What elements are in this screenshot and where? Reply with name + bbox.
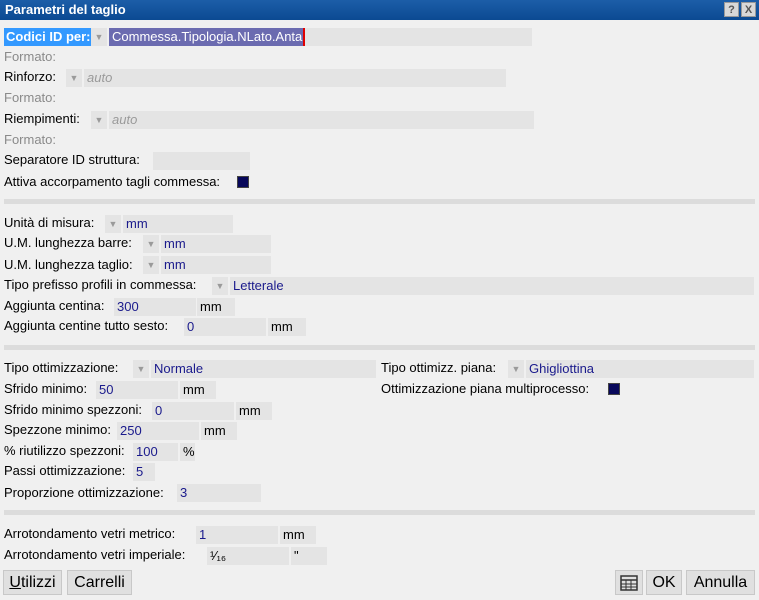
um-barre-label: U.M. lunghezza barre: xyxy=(4,235,132,250)
sfrido-spezzoni-unit: mm xyxy=(236,402,272,420)
vetri-metrico-unit: mm xyxy=(280,526,316,544)
accorpamento-label: Attiva accorpamento tagli commessa: xyxy=(4,174,221,189)
um-barre-dropdown[interactable]: ▼ xyxy=(143,235,159,253)
tipo-ottimizzazione-dropdown[interactable]: ▼ xyxy=(133,360,149,378)
riutilizzo-label: % riutilizzo spezzoni: xyxy=(4,443,125,458)
riempimenti-dropdown[interactable]: ▼ xyxy=(91,111,107,129)
close-button[interactable]: X xyxy=(741,2,756,17)
centina-unit: mm xyxy=(197,298,235,316)
proporzione-field[interactable]: 3 xyxy=(177,484,261,502)
carrelli-button[interactable]: Carrelli xyxy=(67,570,132,595)
codici-id-field[interactable]: Commessa.Tipologia.NLato.Anta xyxy=(109,28,305,46)
table-button[interactable] xyxy=(615,570,643,595)
vetri-metrico-label: Arrotondamento vetri metrico: xyxy=(4,526,176,541)
unita-label: Unità di misura: xyxy=(4,215,95,230)
sfrido-spezzoni-label: Sfrido minimo spezzoni: xyxy=(4,402,142,417)
codici-id-dropdown[interactable]: ▼ xyxy=(91,28,107,46)
centine-ts-field[interactable]: 0 xyxy=(184,318,266,336)
separator-1 xyxy=(4,199,755,204)
help-button[interactable]: ? xyxy=(724,2,739,17)
annulla-button[interactable]: Annulla xyxy=(686,570,755,595)
multiprocesso-checkbox[interactable] xyxy=(608,383,620,395)
tipo-ottimizzazione-field[interactable]: Normale xyxy=(151,360,376,378)
unita-field[interactable]: mm xyxy=(123,215,233,233)
vetri-imperiale-field[interactable]: ¹⁄₁₆ xyxy=(207,547,289,565)
spezzone-field[interactable]: 250 xyxy=(117,422,199,440)
separatore-field[interactable] xyxy=(153,152,250,170)
ok-button[interactable]: OK xyxy=(646,570,682,595)
utilizzi-mnemonic: U xyxy=(9,574,21,591)
centine-ts-unit: mm xyxy=(268,318,306,336)
utilizzi-button[interactable]: Utilizzi xyxy=(3,570,62,595)
centine-ts-label: Aggiunta centine tutto sesto: xyxy=(4,318,169,333)
um-taglio-label: U.M. lunghezza taglio: xyxy=(4,257,133,272)
prefisso-dropdown[interactable]: ▼ xyxy=(212,277,228,295)
title-bar: Parametri del taglio ? X xyxy=(0,0,759,20)
passi-field[interactable]: 5 xyxy=(133,463,155,481)
passi-label: Passi ottimizzazione: xyxy=(4,463,126,478)
formato-label-3: Formato: xyxy=(4,132,57,147)
vetri-metrico-field[interactable]: 1 xyxy=(196,526,278,544)
tipo-ottimizzazione-label: Tipo ottimizzazione: xyxy=(4,360,119,375)
accorpamento-checkbox[interactable] xyxy=(237,176,249,188)
centina-field[interactable]: 300 xyxy=(114,298,196,316)
codici-id-label: Codici ID per: xyxy=(4,28,93,46)
sfrido-field[interactable]: 50 xyxy=(96,381,178,399)
codici-id-field-rest xyxy=(305,28,532,46)
tipo-piana-dropdown[interactable]: ▼ xyxy=(508,360,524,378)
tipo-piana-label: Tipo ottimizz. piana: xyxy=(381,360,497,375)
prefisso-field[interactable]: Letterale xyxy=(230,277,754,295)
formato-label-1: Formato: xyxy=(4,49,57,64)
multiprocesso-label: Ottimizzazione piana multiprocesso: xyxy=(381,381,590,396)
vetri-imperiale-label: Arrotondamento vetri imperiale: xyxy=(4,547,186,562)
utilizzi-label: tilizzi xyxy=(20,574,56,591)
um-barre-field[interactable]: mm xyxy=(161,235,271,253)
prefisso-label: Tipo prefisso profili in commessa: xyxy=(4,277,197,292)
sfrido-spezzoni-field[interactable]: 0 xyxy=(152,402,234,420)
window-title: Parametri del taglio xyxy=(5,2,126,17)
spezzone-label: Spezzone minimo: xyxy=(4,422,111,437)
sfrido-label: Sfrido minimo: xyxy=(4,381,88,396)
riutilizzo-unit: % xyxy=(180,443,195,461)
unita-dropdown[interactable]: ▼ xyxy=(105,215,121,233)
riempimenti-label: Riempimenti: xyxy=(4,111,80,126)
tipo-piana-field[interactable]: Ghigliottina xyxy=(526,360,754,378)
separatore-label: Separatore ID struttura: xyxy=(4,152,140,167)
spezzone-unit: mm xyxy=(201,422,237,440)
separator-2 xyxy=(4,345,755,350)
riutilizzo-field[interactable]: 100 xyxy=(133,443,178,461)
sfrido-unit: mm xyxy=(180,381,216,399)
um-taglio-dropdown[interactable]: ▼ xyxy=(143,256,159,274)
um-taglio-field[interactable]: mm xyxy=(161,256,271,274)
proporzione-label: Proporzione ottimizzazione: xyxy=(4,485,164,500)
rinforzo-label: Rinforzo: xyxy=(4,69,57,84)
separator-3 xyxy=(4,510,755,515)
riempimenti-field[interactable]: auto xyxy=(109,111,534,129)
rinforzo-dropdown[interactable]: ▼ xyxy=(66,69,82,87)
rinforzo-field[interactable]: auto xyxy=(84,69,506,87)
centina-label: Aggiunta centina: xyxy=(4,298,105,313)
vetri-imperiale-unit: " xyxy=(291,547,327,565)
table-icon xyxy=(620,575,638,591)
formato-label-2: Formato: xyxy=(4,90,57,105)
